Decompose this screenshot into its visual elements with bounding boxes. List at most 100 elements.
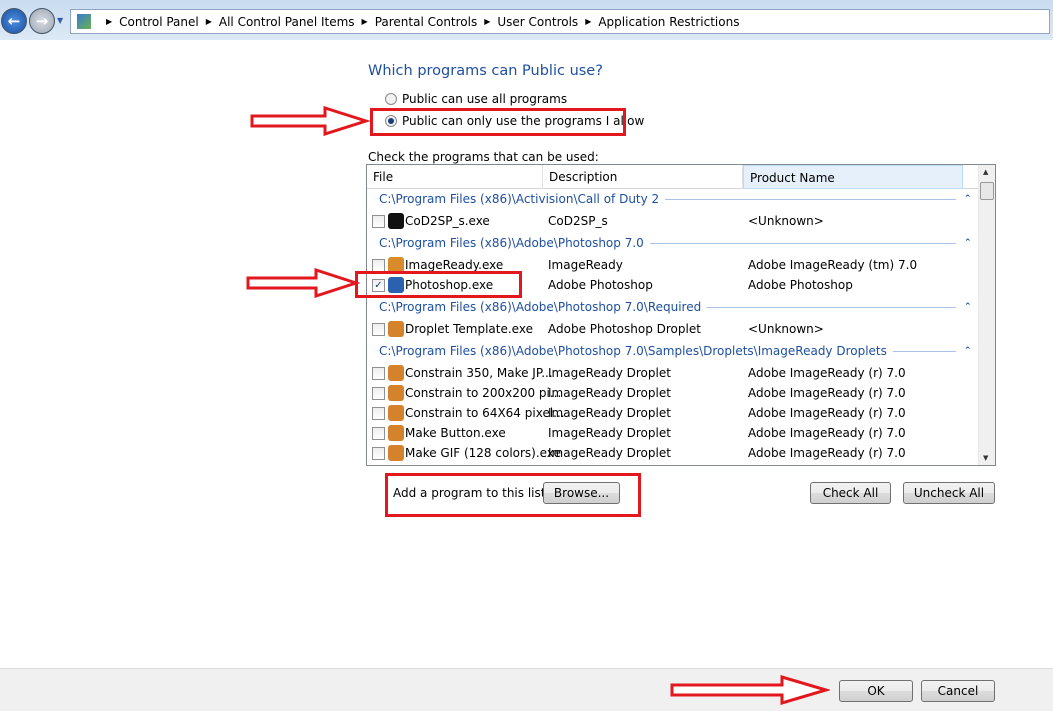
file-name: Constrain 350, Make JP... [405, 366, 553, 380]
column-file[interactable]: File [367, 165, 543, 189]
collapse-icon[interactable]: ⌃ [964, 194, 974, 204]
chevron-right-icon[interactable]: ▶ [362, 17, 368, 26]
column-description[interactable]: Description [543, 165, 743, 189]
list-item[interactable]: Constrain 350, Make JP... ImageReady Drop… [367, 363, 978, 383]
group-divider [649, 242, 956, 244]
description: ImageReady [548, 258, 623, 272]
cancel-button[interactable]: Cancel [921, 680, 995, 702]
group-divider [665, 198, 956, 200]
program-icon [388, 425, 404, 441]
collapse-icon[interactable]: ⌃ [964, 238, 974, 248]
collapse-icon[interactable]: ⌃ [964, 346, 974, 356]
recent-pages-dropdown[interactable]: ▼ [57, 16, 63, 25]
chevron-right-icon[interactable]: ▶ [585, 17, 591, 26]
arrow-right-icon: → [35, 12, 49, 30]
chevron-right-icon[interactable]: ▶ [484, 17, 490, 26]
group-header[interactable]: C:\Program Files (x86)\Activision\Call o… [379, 189, 974, 209]
annotation-box-browse [385, 473, 641, 517]
list-label: Check the programs that can be used: [368, 150, 599, 164]
list-header: File Description Product Name [367, 165, 978, 189]
annotation-box-photoshop [355, 271, 522, 298]
group-header[interactable]: C:\Program Files (x86)\Adobe\Photoshop 7… [379, 297, 974, 317]
description: ImageReady Droplet [548, 446, 671, 460]
breadcrumb-item[interactable]: Application Restrictions [598, 15, 739, 29]
file-name: ImageReady.exe [405, 258, 504, 272]
description: Adobe Photoshop [548, 278, 653, 292]
product-name: Adobe ImageReady (r) 7.0 [748, 386, 906, 400]
description: ImageReady Droplet [548, 426, 671, 440]
check-all-button[interactable]: Check All [810, 482, 891, 504]
ok-button[interactable]: OK [839, 680, 913, 702]
program-icon [388, 365, 404, 381]
page-title: Which programs can Public use? [368, 63, 603, 79]
group-path: C:\Program Files (x86)\Adobe\Photoshop 7… [379, 236, 644, 250]
program-icon [388, 213, 404, 229]
vertical-scrollbar[interactable]: ▲ ▼ [978, 165, 995, 465]
product-name: Adobe ImageReady (r) 7.0 [748, 426, 906, 440]
uncheck-all-button[interactable]: Uncheck All [903, 482, 995, 504]
program-icon [388, 321, 404, 337]
file-name: Make GIF (128 colors).exe [405, 446, 561, 460]
radio-all-programs[interactable]: Public can use all programs [385, 92, 567, 106]
file-name: Make Button.exe [405, 426, 506, 440]
list-item[interactable]: Droplet Template.exe Adobe Photoshop Drop… [367, 319, 978, 339]
program-checkbox[interactable] [372, 446, 385, 460]
column-product-name[interactable]: Product Name [743, 165, 963, 189]
scroll-up-icon[interactable]: ▲ [983, 168, 988, 176]
product-name: <Unknown> [748, 214, 824, 228]
description: ImageReady Droplet [548, 366, 671, 380]
group-path: C:\Program Files (x86)\Adobe\Photoshop 7… [379, 344, 887, 358]
file-name: CoD2SP_s.exe [405, 214, 490, 228]
group-path: C:\Program Files (x86)\Activision\Call o… [379, 192, 660, 206]
breadcrumb-item[interactable]: User Controls [497, 15, 578, 29]
program-checkbox[interactable] [372, 214, 385, 228]
scroll-thumb[interactable] [980, 182, 994, 200]
back-button[interactable]: ← [1, 8, 27, 34]
product-name: Adobe ImageReady (r) 7.0 [748, 406, 906, 420]
group-path: C:\Program Files (x86)\Adobe\Photoshop 7… [379, 300, 702, 314]
description: ImageReady Droplet [548, 406, 671, 420]
program-icon [388, 385, 404, 401]
breadcrumb-item[interactable]: Parental Controls [375, 15, 478, 29]
chevron-right-icon[interactable]: ▶ [206, 17, 212, 26]
program-checkbox[interactable] [372, 366, 385, 380]
breadcrumb[interactable]: ▶ Control Panel ▶ All Control Panel Items ▶ P… [70, 9, 1050, 34]
control-panel-icon [77, 14, 91, 29]
program-checkbox[interactable] [372, 386, 385, 400]
list-item[interactable]: CoD2SP_s.exe CoD2SP_s <Unknown> [367, 211, 978, 231]
group-divider [892, 350, 956, 352]
product-name: Adobe ImageReady (r) 7.0 [748, 366, 906, 380]
description: Adobe Photoshop Droplet [548, 322, 701, 336]
annotation-box-radio [370, 108, 626, 136]
breadcrumb-item[interactable]: Control Panel [119, 15, 199, 29]
program-checkbox[interactable] [372, 426, 385, 440]
group-header[interactable]: C:\Program Files (x86)\Adobe\Photoshop 7… [379, 233, 974, 253]
chevron-right-icon[interactable]: ▶ [106, 17, 112, 26]
scroll-down-icon[interactable]: ▼ [983, 454, 988, 462]
forward-button[interactable]: → [29, 8, 55, 34]
description: ImageReady Droplet [548, 386, 671, 400]
product-name: <Unknown> [748, 322, 824, 336]
explorer-toolbar: ← → ▼ ▶ Control Panel ▶ All Control Panel I… [0, 0, 1053, 40]
program-list[interactable]: File Description Product Name C:\Program… [366, 164, 996, 466]
program-checkbox[interactable] [372, 322, 385, 336]
file-name: Constrain to 64X64 pixel... [405, 406, 565, 420]
product-name: Adobe ImageReady (tm) 7.0 [748, 258, 918, 272]
arrow-left-icon: ← [7, 12, 21, 30]
product-name: Adobe ImageReady (r) 7.0 [748, 446, 906, 460]
program-icon [388, 445, 404, 461]
group-divider [707, 306, 956, 308]
list-item[interactable]: Make GIF (128 colors).exe ImageReady Drop… [367, 443, 978, 463]
radio-label: Public can use all programs [402, 92, 568, 106]
group-header[interactable]: C:\Program Files (x86)\Adobe\Photoshop 7… [379, 341, 974, 361]
program-checkbox[interactable] [372, 406, 385, 420]
collapse-icon[interactable]: ⌃ [964, 302, 974, 312]
breadcrumb-item[interactable]: All Control Panel Items [219, 15, 355, 29]
description: CoD2SP_s [548, 214, 608, 228]
radio-button[interactable] [385, 93, 397, 105]
list-item[interactable]: Make Button.exe ImageReady Droplet Adobe I… [367, 423, 978, 443]
program-icon [388, 405, 404, 421]
list-item[interactable]: Constrain to 200x200 pi... ImageReady Dro… [367, 383, 978, 403]
list-item[interactable]: Constrain to 64X64 pixel... ImageReady Dr… [367, 403, 978, 423]
program-checkbox[interactable] [372, 258, 385, 272]
